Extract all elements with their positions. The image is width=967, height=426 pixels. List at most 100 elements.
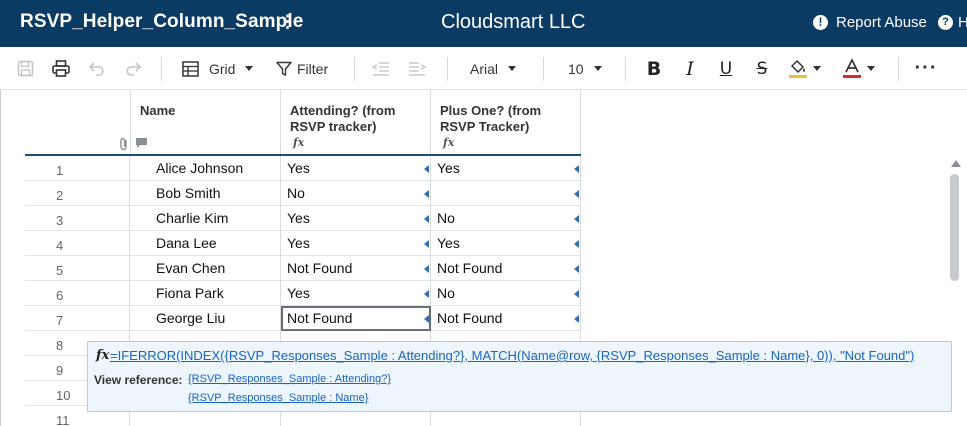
attending-cell[interactable]: Not Found — [281, 256, 431, 281]
chevron-down-icon — [245, 66, 254, 71]
row-number[interactable]: 1 — [25, 156, 130, 181]
help-link[interactable]: ? H — [938, 14, 967, 31]
name-cell[interactable]: Alice Johnson — [131, 156, 281, 181]
plus-one-cell[interactable]: Not Found — [431, 256, 581, 281]
toolbar-divider — [898, 57, 899, 81]
save-icon[interactable] — [14, 47, 36, 90]
view-reference-label: View reference: — [94, 373, 183, 387]
redo-icon[interactable] — [121, 47, 143, 90]
undo-icon[interactable] — [86, 47, 108, 90]
help-label: H — [958, 14, 967, 31]
report-abuse-link[interactable]: ! Report Abuse — [813, 14, 927, 31]
formula-tooltip: fx =IFERROR(INDEX({RSVP_Responses_Sample… — [87, 341, 952, 412]
report-abuse-label: Report Abuse — [836, 14, 927, 31]
cell-link-icon — [574, 265, 579, 273]
cell-link-icon — [574, 315, 579, 323]
column-header-name[interactable]: Name — [131, 90, 281, 155]
chevron-down-icon — [508, 66, 517, 71]
more-options-icon[interactable]: ··· — [915, 47, 937, 90]
help-icon: ? — [938, 15, 953, 30]
column-header-attending[interactable]: Attending? (from RSVP tracker) fx — [281, 90, 431, 155]
scroll-up-arrow-icon[interactable] — [951, 160, 961, 167]
font-family-select[interactable]: Arial — [470, 47, 530, 90]
table-row[interactable]: 6 Fiona Park Yes No — [25, 281, 581, 306]
column-header-label: Name — [140, 103, 176, 118]
filter-label: Filter — [297, 60, 329, 77]
bold-icon[interactable]: B — [643, 47, 665, 90]
grid-icon — [182, 60, 199, 77]
formula-text[interactable]: =IFERROR(INDEX({RSVP_Responses_Sample : … — [110, 348, 914, 363]
row-number[interactable]: 4 — [25, 231, 130, 256]
formula-column-icon: fx — [293, 136, 305, 149]
attachment-icon — [120, 138, 127, 151]
print-icon[interactable] — [50, 47, 72, 90]
row-number[interactable]: 6 — [25, 281, 130, 306]
left-edge — [0, 90, 1, 426]
name-cell[interactable]: Dana Lee — [131, 231, 281, 256]
name-cell[interactable]: Bob Smith — [131, 181, 281, 206]
plus-one-cell[interactable]: No — [431, 206, 581, 231]
toolbar-divider — [354, 57, 355, 81]
cell-link-icon — [574, 290, 579, 298]
name-cell[interactable]: Fiona Park — [131, 281, 281, 306]
chevron-down-icon — [593, 66, 602, 71]
name-cell[interactable]: Charlie Kim — [131, 206, 281, 231]
plus-one-cell[interactable]: Yes — [431, 156, 581, 181]
attending-cell[interactable]: No — [281, 181, 431, 206]
filter-button[interactable]: Filter — [276, 47, 336, 90]
toolbar: Grid Filter Arial 10 B I U S ··· — [0, 47, 967, 90]
name-cell[interactable]: George Liu — [131, 306, 281, 331]
reference-link[interactable]: {RSVP_Responses_Sample : Name} — [188, 392, 368, 404]
cell-link-icon — [424, 240, 429, 248]
text-color-button[interactable] — [842, 47, 884, 90]
underline-icon[interactable]: U — [715, 47, 737, 90]
sheet-title[interactable]: RSVP_Helper_Column_Sample — [20, 11, 303, 33]
font-size-value: 10 — [568, 60, 584, 77]
attending-cell[interactable]: Yes — [281, 156, 431, 181]
row-number[interactable]: 5 — [25, 256, 130, 281]
cell-link-icon — [424, 165, 429, 173]
highlight-color-button[interactable] — [788, 47, 830, 90]
table-row[interactable]: 7 George Liu Not Found Not Found — [25, 306, 581, 331]
table-row[interactable]: 3 Charlie Kim Yes No — [25, 206, 581, 231]
row-header-corner — [25, 90, 147, 155]
info-icon: ! — [813, 15, 828, 30]
plus-one-cell[interactable]: No — [431, 281, 581, 306]
strikethrough-icon[interactable]: S — [751, 47, 773, 90]
cell-link-icon — [424, 190, 429, 198]
column-header-label: Plus One? (from RSVP Tracker) — [440, 103, 542, 134]
name-cell[interactable]: Evan Chen — [131, 256, 281, 281]
table-row[interactable]: 5 Evan Chen Not Found Not Found — [25, 256, 581, 281]
cell-link-icon — [424, 265, 429, 273]
cell-link-icon — [574, 165, 579, 173]
indent-icon[interactable] — [406, 47, 428, 90]
column-header-plus-one[interactable]: Plus One? (from RSVP Tracker) fx — [431, 90, 581, 155]
table-row[interactable]: 2 Bob Smith No — [25, 181, 581, 206]
toolbar-divider — [543, 57, 544, 81]
font-family-value: Arial — [470, 60, 499, 77]
plus-one-cell[interactable]: Yes — [431, 231, 581, 256]
reference-link[interactable]: {RSVP_Responses_Sample : Attending?} — [188, 373, 391, 385]
sheet-menu-icon[interactable]: ⋮ — [279, 12, 296, 32]
attending-cell[interactable]: Yes — [281, 206, 431, 231]
table-row[interactable]: 1 Alice Johnson Yes Yes — [25, 156, 581, 181]
italic-icon[interactable]: I — [679, 47, 701, 90]
chevron-down-icon — [867, 66, 875, 71]
plus-one-cell[interactable] — [431, 181, 581, 206]
cell-link-icon — [574, 190, 579, 198]
table-row[interactable]: 4 Dana Lee Yes Yes — [25, 231, 581, 256]
attending-cell[interactable]: Yes — [281, 231, 431, 256]
row-number[interactable]: 7 — [25, 306, 130, 331]
toolbar-divider — [625, 57, 626, 81]
font-size-select[interactable]: 10 — [568, 47, 610, 90]
formula-column-icon: fx — [443, 136, 455, 149]
row-number[interactable]: 2 — [25, 181, 130, 206]
view-label: Grid — [209, 60, 236, 77]
scrollbar-thumb[interactable] — [950, 174, 959, 281]
attending-cell-selected[interactable]: Not Found — [281, 306, 431, 331]
outdent-icon[interactable] — [370, 47, 392, 90]
plus-one-cell[interactable]: Not Found — [431, 306, 581, 331]
row-number[interactable]: 3 — [25, 206, 130, 231]
view-switcher[interactable]: Grid — [182, 47, 262, 90]
attending-cell[interactable]: Yes — [281, 281, 431, 306]
